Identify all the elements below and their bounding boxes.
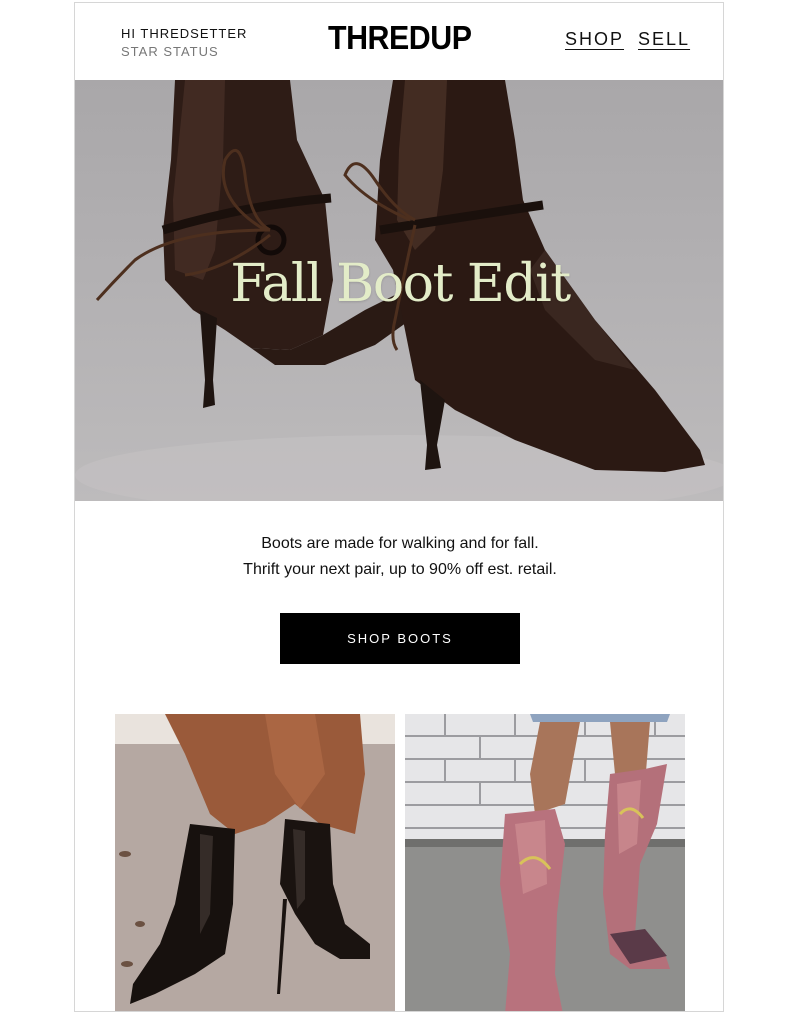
member-status: STAR STATUS — [121, 44, 219, 59]
hero-banner[interactable]: Fall Boot Edit — [75, 80, 723, 501]
brand-logo[interactable]: THREDUP — [328, 19, 472, 57]
email-header: HI THREDSETTER STAR STATUS THREDUP SHOP … — [75, 3, 723, 80]
user-greeting: HI THREDSETTER STAR STATUS — [121, 25, 247, 61]
email-container: HI THREDSETTER STAR STATUS THREDUP SHOP … — [74, 2, 724, 1012]
nav-sell-link[interactable]: SELL — [638, 29, 690, 50]
product-tile-ankle-boots[interactable] — [115, 714, 395, 1011]
promo-line-1: Boots are made for walking and for fall. — [261, 535, 539, 552]
promo-copy: Boots are made for walking and for fall.… — [75, 531, 723, 583]
cowboy-boots-photo — [405, 714, 685, 1011]
product-tile-cowboy-boots[interactable] — [405, 714, 685, 1011]
ankle-boots-photo — [115, 714, 395, 1011]
greeting-name: HI THREDSETTER — [121, 26, 248, 41]
nav-shop-link[interactable]: SHOP — [565, 29, 624, 50]
shop-boots-button[interactable]: SHOP BOOTS — [280, 613, 520, 664]
promo-line-2: Thrift your next pair, up to 90% off est… — [243, 561, 557, 578]
hero-title: Fall Boot Edit — [230, 254, 571, 314]
